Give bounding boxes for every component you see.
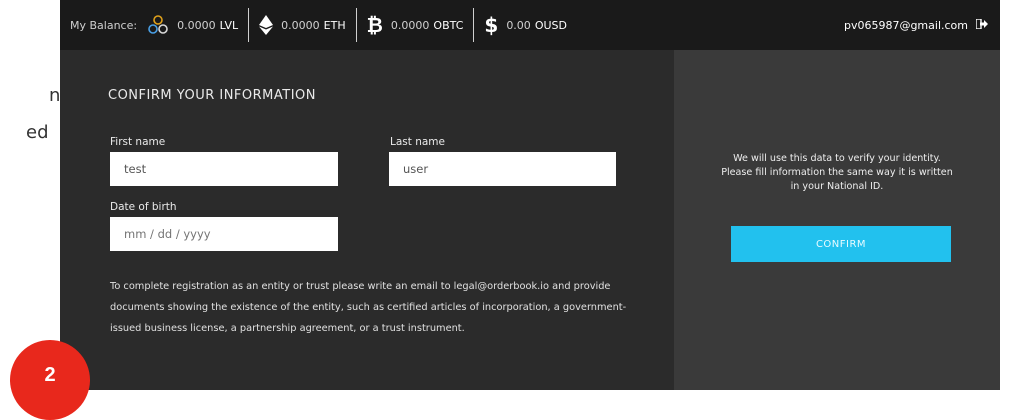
balance-usd: $ 0.00 OUSD xyxy=(474,0,577,50)
dob-input[interactable] xyxy=(110,217,338,251)
usd-amount: 0.00 xyxy=(506,18,531,32)
last-name-label: Last name xyxy=(390,136,445,148)
last-name-input[interactable] xyxy=(389,152,616,186)
balance-eth: 0.0000 ETH xyxy=(249,0,355,50)
fragment-text-1: n xyxy=(49,85,61,106)
step-number-badge: 2 xyxy=(10,340,90,420)
btc-amount: 0.0000 xyxy=(390,18,430,32)
balance-btc: ₿ 0.0000 OBTC xyxy=(357,0,474,50)
balance-lvl: 0.0000 LVL xyxy=(137,0,248,50)
first-name-input[interactable] xyxy=(110,152,338,186)
usd-currency: OUSD xyxy=(534,18,567,32)
ethereum-icon xyxy=(259,15,274,35)
lvl-currency: LVL xyxy=(219,18,239,32)
balance-label: My Balance: xyxy=(70,18,138,32)
fragment-text-2: ed xyxy=(26,122,49,143)
confirm-button[interactable]: CONFIRM xyxy=(731,226,951,262)
verification-panel: We will use this data to verify your ide… xyxy=(674,50,1000,390)
btc-currency: OBTC xyxy=(433,18,464,32)
first-name-label: First name xyxy=(110,136,166,148)
account-email[interactable]: pv065987@gmail.com xyxy=(844,19,968,32)
balance-bar: My Balance: 0.0000 LVL 0.0000 ETH ₿ 0.00… xyxy=(60,0,1000,50)
dob-label: Date of birth xyxy=(110,201,177,213)
levels-icon xyxy=(147,14,169,36)
app-window: My Balance: 0.0000 LVL 0.0000 ETH ₿ 0.00… xyxy=(60,0,1000,390)
sign-out-icon[interactable] xyxy=(975,17,988,32)
eth-amount: 0.0000 xyxy=(281,18,320,32)
verification-info: We will use this data to verify your ide… xyxy=(721,153,953,192)
dollar-icon: $ xyxy=(484,13,499,37)
lvl-amount: 0.0000 xyxy=(177,18,216,32)
eth-currency: ETH xyxy=(323,18,346,32)
entity-registration-note: To complete registration as an entity or… xyxy=(110,281,627,334)
bitcoin-icon: ₿ xyxy=(366,12,383,37)
form-title: CONFIRM YOUR INFORMATION xyxy=(108,88,317,103)
step-number: 2 xyxy=(44,364,56,386)
identity-form-panel: CONFIRM YOUR INFORMATION First name Last… xyxy=(60,50,674,390)
